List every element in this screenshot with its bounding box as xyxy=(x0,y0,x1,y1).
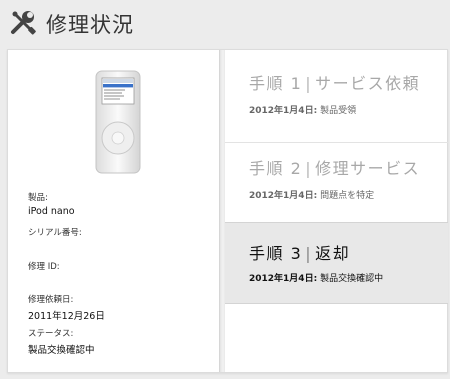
step-2: 手順 2 | 修理サービス 2012年1月4日: 問題点を特定 xyxy=(225,143,448,221)
status-label: ステータス: xyxy=(28,329,74,339)
step-3-name: 手順 3 xyxy=(249,244,303,263)
step-1-name: 手順 1 xyxy=(249,74,303,93)
step-3-separator: | xyxy=(305,244,313,263)
tools-icon xyxy=(11,11,36,35)
step-3-date: 2012年1月4日: xyxy=(249,274,318,284)
steps-panel: 手順 1 | サービス依頼 2012年1月4日: 製品受領 手順 2 | 修理サービス … xyxy=(225,50,448,372)
step-2-detail: 問題点を特定 xyxy=(320,191,375,201)
step-2-separator: | xyxy=(305,159,313,178)
step-3-detail: 製品交換確認中 xyxy=(320,274,384,284)
request-date-value: 2011年12月26日 xyxy=(28,311,105,322)
product-value: iPod nano xyxy=(28,206,75,217)
status-value: 製品交換確認中 xyxy=(28,345,95,356)
product-label: 製品: xyxy=(28,193,48,203)
step-2-title: 修理サービス xyxy=(315,159,421,178)
step-2-name: 手順 2 xyxy=(249,159,303,178)
step-1: 手順 1 | サービス依頼 2012年1月4日: 製品受領 xyxy=(225,50,448,136)
repair-status-card: 製品: iPod nano シリアル番号: 修理 ID: 修理依頼日: 2011… xyxy=(7,49,448,373)
header: 修理状況 xyxy=(0,0,450,48)
step-2-date: 2012年1月4日: xyxy=(249,191,318,201)
serial-label: シリアル番号: xyxy=(28,228,82,238)
ipod-nano-image xyxy=(95,70,141,174)
device-info-panel: 製品: iPod nano シリアル番号: 修理 ID: 修理依頼日: 2011… xyxy=(8,50,219,372)
step-1-detail: 製品受領 xyxy=(320,106,357,116)
request-date-label: 修理依頼日: xyxy=(28,295,74,305)
step-1-title: サービス依頼 xyxy=(315,74,421,93)
step-1-separator: | xyxy=(305,74,313,93)
step-3: 手順 3 | 返却 2012年1月4日: 製品交換確認中 xyxy=(225,222,448,304)
step-3-title: 返却 xyxy=(315,244,351,263)
page-title: 修理状況 xyxy=(46,13,134,37)
step-1-date: 2012年1月4日: xyxy=(249,106,318,116)
repair-id-label: 修理 ID: xyxy=(28,262,60,272)
